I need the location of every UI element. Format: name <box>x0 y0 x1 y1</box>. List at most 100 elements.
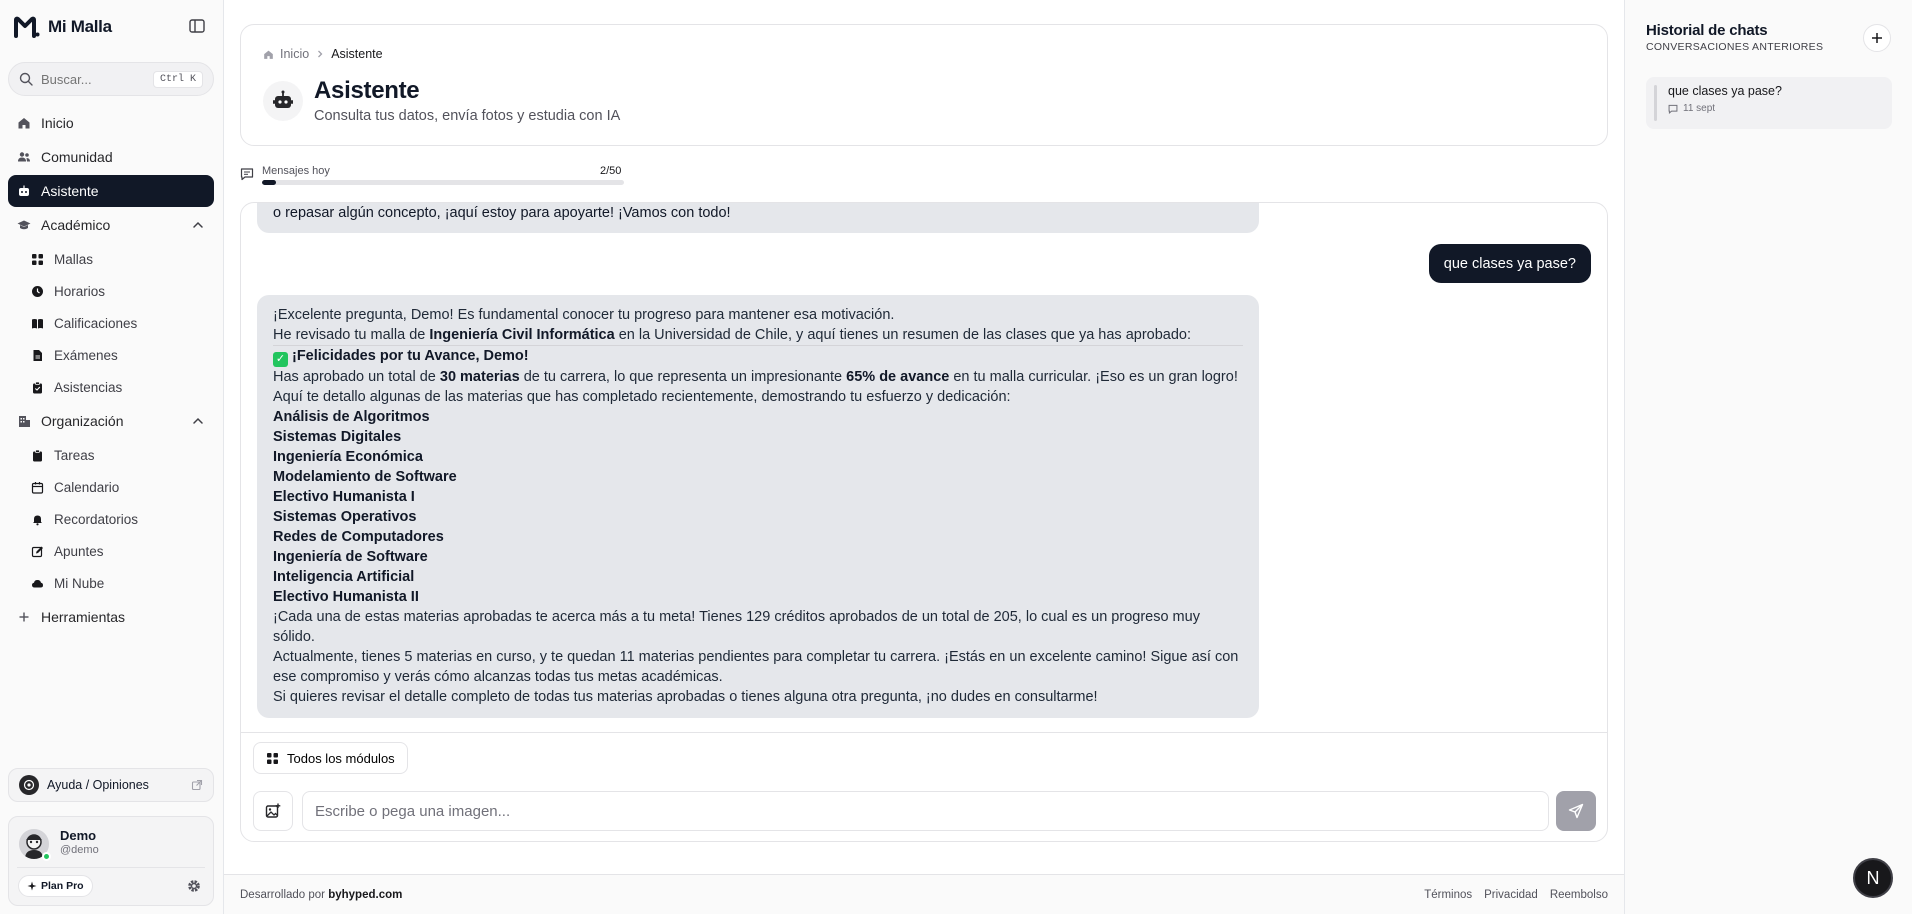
nav-item-asistente[interactable]: Asistente <box>8 175 214 207</box>
book-open-icon <box>32 318 43 328</box>
subject-item: Sistemas Operativos <box>273 509 417 525</box>
grid-icon <box>32 253 43 265</box>
history-title: Historial de chats <box>1646 22 1768 39</box>
nav-item-inicio[interactable]: Inicio <box>8 107 214 139</box>
nav-item-label: Asistencias <box>54 379 123 395</box>
history-item-date: 11 sept <box>1683 103 1716 114</box>
bell-icon <box>33 515 42 525</box>
chevron-up-icon[interactable] <box>191 414 205 428</box>
pencil-square-icon <box>31 546 43 557</box>
search-shortcut: Ctrl K <box>152 70 203 88</box>
clock-icon <box>32 285 43 297</box>
graduation-cap-icon <box>17 220 31 230</box>
logo-icon <box>14 16 40 38</box>
subject-item: Electivo Humanista II <box>273 589 419 605</box>
chevron-up-icon[interactable] <box>191 218 205 232</box>
sparkle-icon <box>27 881 37 891</box>
external-link-icon <box>191 779 203 791</box>
message-text: He revisado tu malla de Ingeniería Civil… <box>273 325 1243 346</box>
nav-item-label: Comunidad <box>41 149 113 165</box>
attach-image-button[interactable] <box>253 791 293 831</box>
file-icon <box>33 349 42 361</box>
footer-links: Términos Privacidad Reembolso <box>1424 889 1608 901</box>
subject-item: Ingeniería de Software <box>273 549 428 565</box>
nav-item-label: Calificaciones <box>54 315 138 331</box>
sidebar-toggle-icon[interactable] <box>188 17 206 35</box>
footer-link-privacidad[interactable]: Privacidad <box>1484 889 1538 901</box>
message-input[interactable] <box>302 791 1549 831</box>
plus-icon <box>1872 33 1882 43</box>
subject-item: Redes de Computadores <box>273 529 444 545</box>
help-feedback-button[interactable]: Ayuda / Opiniones <box>8 768 214 802</box>
robot-icon <box>263 81 303 121</box>
modules-label: Todos los módulos <box>287 750 395 766</box>
history-item[interactable]: que clases ya pase? 11 sept <box>1646 77 1892 129</box>
breadcrumb: Inicio Asistente <box>263 47 383 61</box>
nav-item-label: Horarios <box>54 283 106 299</box>
nav-item-comunidad[interactable]: Comunidad <box>8 141 214 173</box>
new-chat-button[interactable] <box>1863 24 1891 52</box>
nav-item-mi-nube[interactable]: Mi Nube <box>8 567 214 599</box>
nav-group-academico[interactable]: Académico <box>8 209 214 241</box>
nav-item-calificaciones[interactable]: Calificaciones <box>8 307 214 339</box>
modules-filter-button[interactable]: Todos los módulos <box>253 742 408 774</box>
nav-item-recordatorios[interactable]: Recordatorios <box>8 503 214 535</box>
usage-progress-bar <box>262 180 624 185</box>
nav-item-label: Asistente <box>41 183 99 199</box>
search-input[interactable] <box>41 71 151 87</box>
send-icon <box>1568 803 1584 819</box>
nav-item-herramientas[interactable]: Herramientas <box>8 601 214 633</box>
nav-item-tareas[interactable]: Tareas <box>8 439 214 471</box>
nav-item-label: Exámenes <box>54 347 118 363</box>
nav-item-horarios[interactable]: Horarios <box>8 275 214 307</box>
plus-icon <box>19 612 29 622</box>
nav-item-label: Herramientas <box>41 609 126 625</box>
page-subtitle: Consulta tus datos, envía fotos y estudi… <box>314 108 621 124</box>
user-card[interactable]: Demo @demo Plan Pro <box>8 816 214 906</box>
online-status-dot <box>42 852 51 861</box>
message-icon <box>1668 104 1678 114</box>
page-header: Inicio Asistente Asistente Consulta tus … <box>240 24 1608 146</box>
grid-icon <box>267 752 278 764</box>
send-button[interactable] <box>1556 791 1596 831</box>
brand[interactable]: Mi Malla <box>14 14 112 40</box>
nav-item-examenes[interactable]: Exámenes <box>8 339 214 371</box>
help-icon <box>19 775 39 795</box>
nav-item-apuntes[interactable]: Apuntes <box>8 535 214 567</box>
nav-group-label: Académico <box>41 217 111 233</box>
assistant-message: o repasar algún concepto, ¡aquí estoy pa… <box>257 203 1259 233</box>
subject-item: Inteligencia Artificial <box>273 569 415 585</box>
plan-badge[interactable]: Plan Pro <box>18 875 93 897</box>
history-subtitle: CONVERSACIONES ANTERIORES <box>1646 41 1824 53</box>
nav-item-asistencias[interactable]: Asistencias <box>8 371 214 403</box>
nav-item-mallas[interactable]: Mallas <box>8 243 214 275</box>
plan-label: Plan Pro <box>41 880 84 892</box>
nav-item-calendario[interactable]: Calendario <box>8 471 214 503</box>
home-icon <box>18 118 30 129</box>
message-list[interactable]: o repasar algún concepto, ¡aquí estoy pa… <box>241 203 1607 733</box>
footer-link-terminos[interactable]: Términos <box>1424 889 1472 901</box>
subject-item: Modelamiento de Software <box>273 469 457 485</box>
gear-icon[interactable] <box>187 879 201 893</box>
message-text: Actualmente, tienes 5 materias en curso,… <box>273 649 1239 685</box>
main-nav: Inicio Comunidad Asistente Académico Mal… <box>8 107 214 635</box>
message-text: Has aprobado un total de 30 materias de … <box>273 369 1238 385</box>
subject-item: Ingeniería Económica <box>273 449 423 465</box>
nav-group-organizacion[interactable]: Organización <box>8 405 214 437</box>
subject-item: Análisis de Algoritmos <box>273 409 430 425</box>
footer: Desarrollado por byhyped.com Términos Pr… <box>224 874 1624 914</box>
nav-item-label: Calendario <box>54 479 120 495</box>
divider <box>17 867 205 868</box>
developer-link[interactable]: byhyped.com <box>328 889 402 901</box>
nav-item-label: Recordatorios <box>54 511 139 527</box>
image-plus-icon <box>265 803 281 818</box>
search-box[interactable]: Ctrl K <box>8 62 214 96</box>
message-text: ¡Cada una de estas materias aprobadas te… <box>273 609 1200 645</box>
sidebar: Mi Malla Ctrl K Inicio Comunidad Asisten… <box>0 0 224 914</box>
footer-link-reembolso[interactable]: Reembolso <box>1550 889 1608 901</box>
history-item-date-row: 11 sept <box>1668 103 1892 114</box>
user-handle: @demo <box>60 844 99 856</box>
floating-action-button[interactable]: N <box>1853 858 1893 898</box>
user-name: Demo <box>60 828 97 843</box>
breadcrumb-home[interactable]: Inicio <box>280 47 309 61</box>
